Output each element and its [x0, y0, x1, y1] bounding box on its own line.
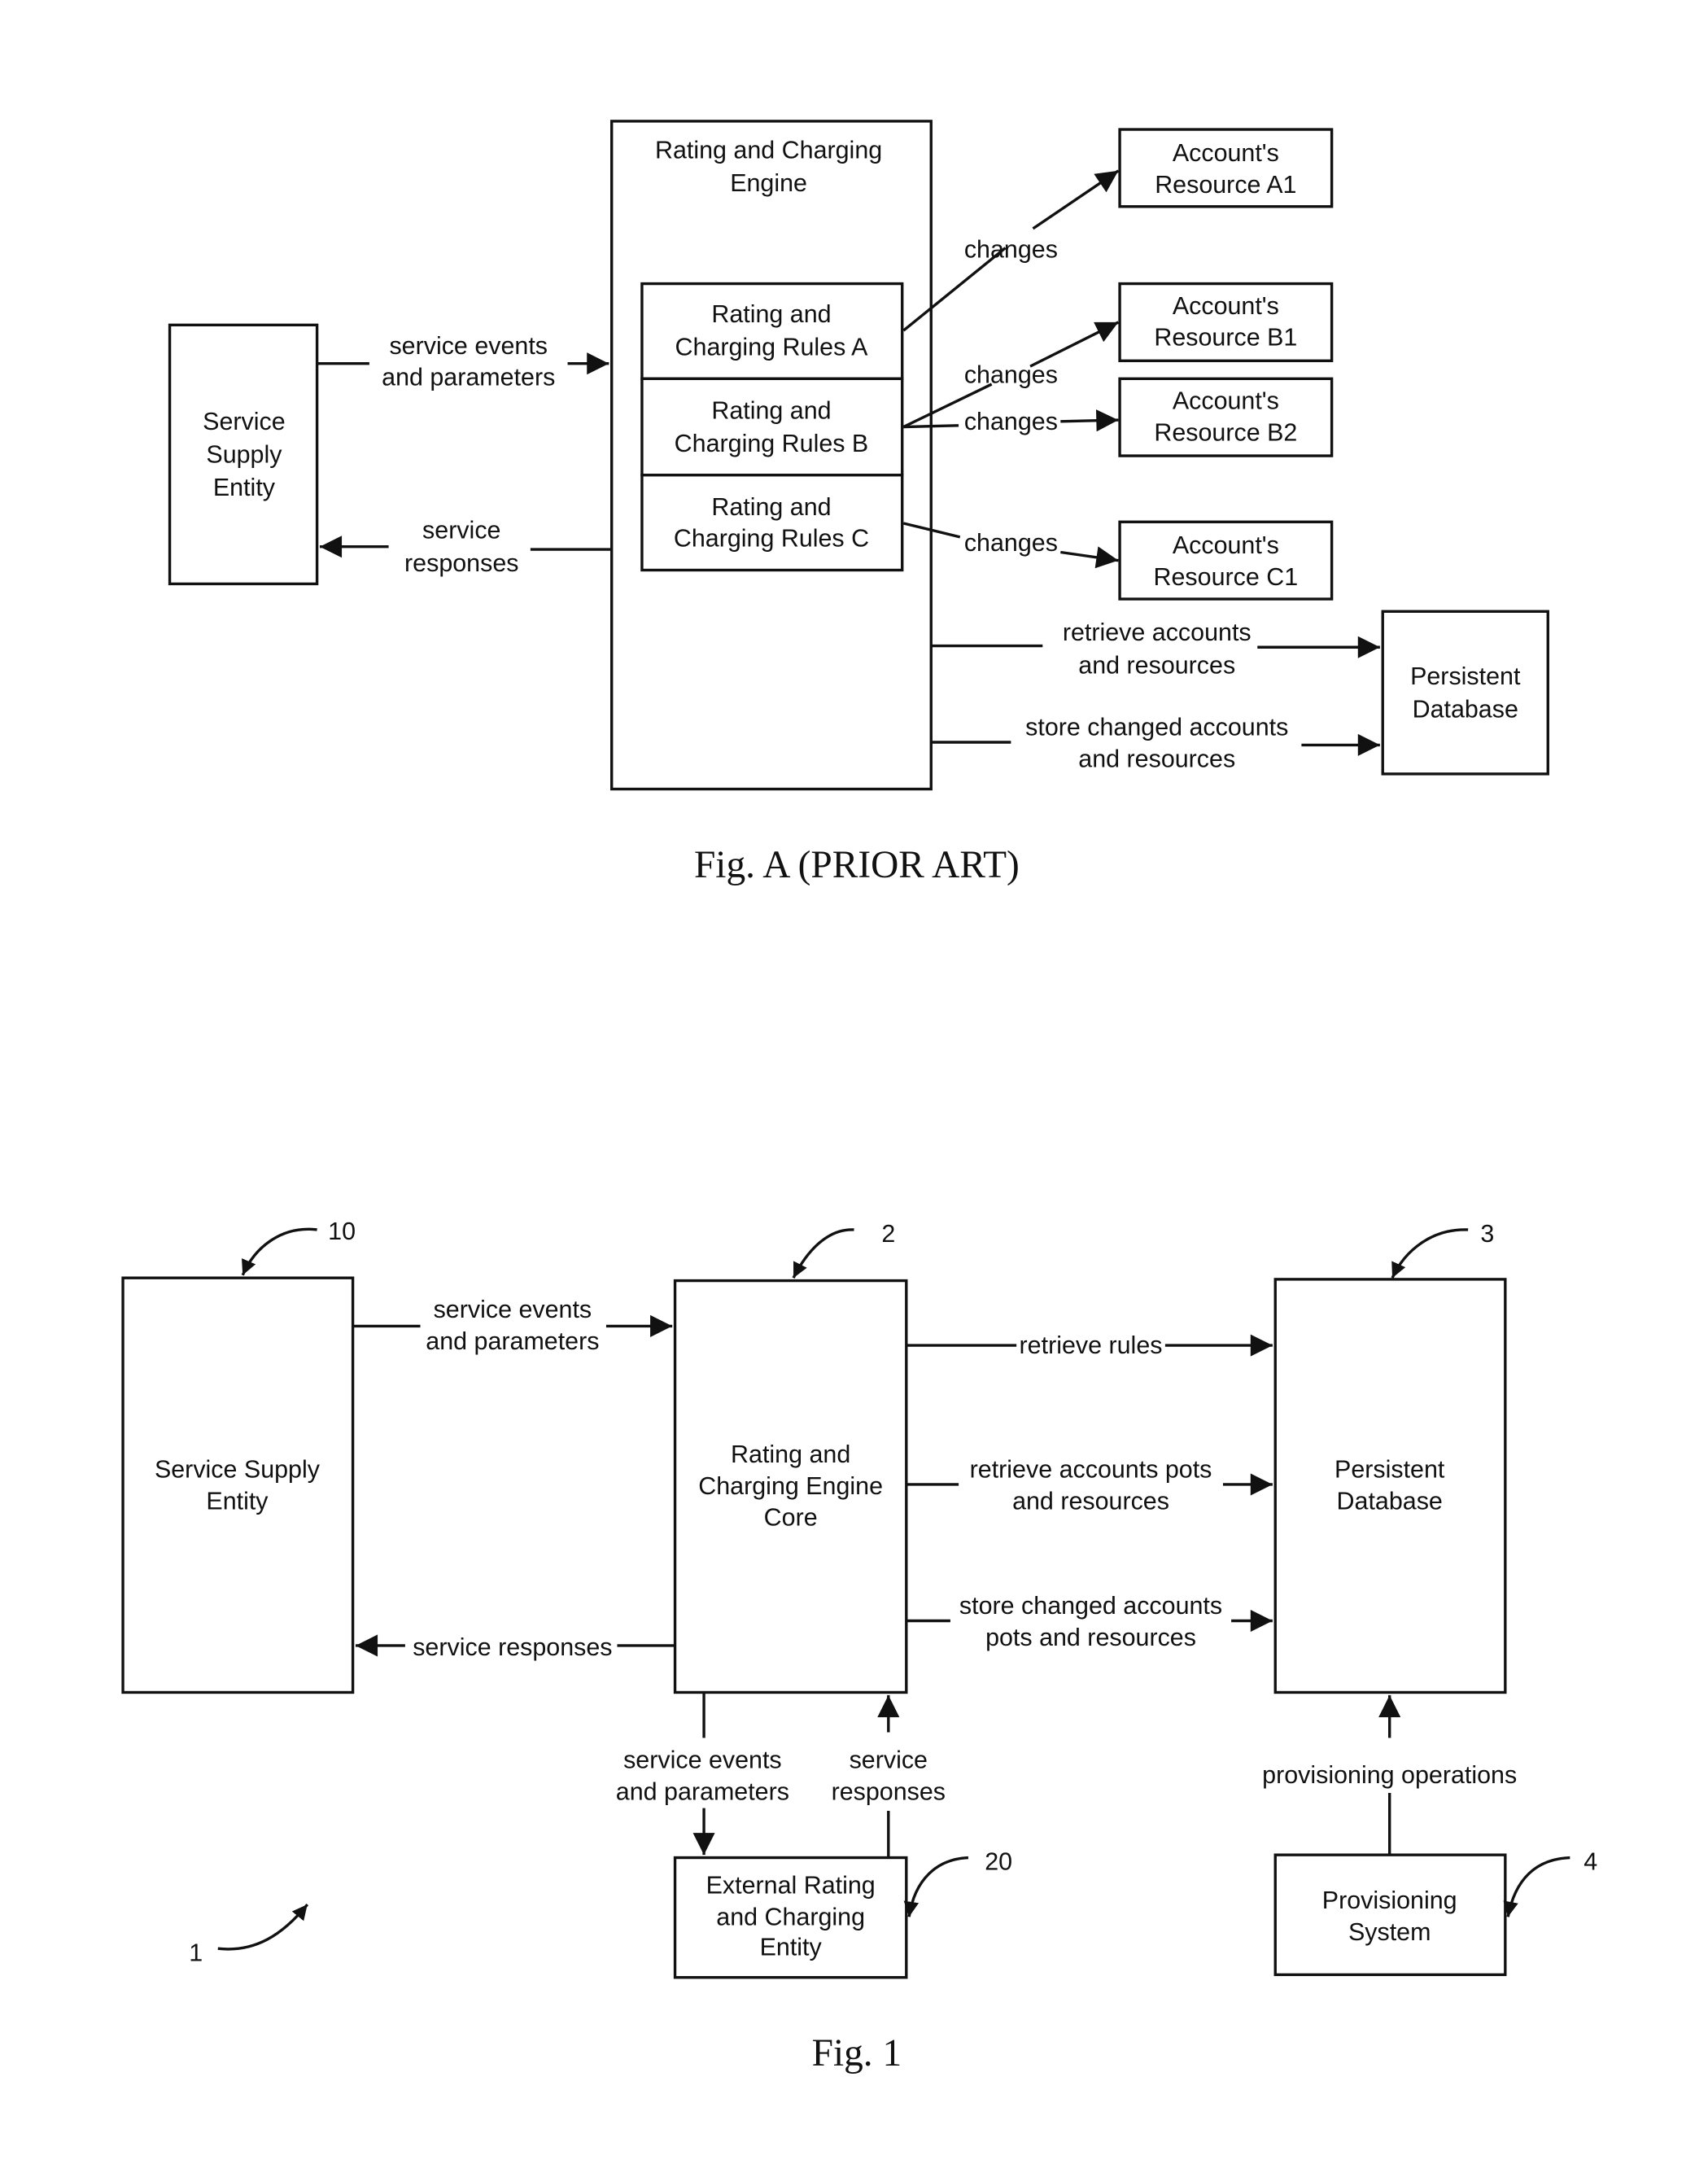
ref-10: 10	[328, 1218, 356, 1245]
ref-arrow-20	[903, 1856, 969, 1917]
rules-c-box	[640, 474, 904, 572]
db-label-2: Database	[1337, 1487, 1443, 1515]
external-label-3: Entity	[760, 1934, 823, 1961]
resource-c1-label-1: Account's	[1173, 531, 1279, 559]
external-label-2: and Charging	[716, 1903, 865, 1930]
engine-label-1: Rating and Charging	[655, 137, 882, 164]
patent-figures: Service Supply Entity Rating and Chargin…	[121, 120, 1597, 2075]
provisioning-system-box	[1273, 1853, 1507, 1977]
prov-label-1: Provisioning	[1322, 1887, 1457, 1914]
retrieve-pots-label-2: and resources	[1012, 1487, 1169, 1515]
store-label-2: and resources	[1078, 745, 1235, 772]
sse-label-3: Entity	[213, 474, 276, 501]
sse-label-2: Supply	[206, 441, 282, 469]
prov-ops-label: provisioning operations	[1262, 1761, 1517, 1789]
rules-a-label-1: Rating and	[711, 300, 831, 328]
events-label-1: service events	[389, 332, 548, 360]
ref-arrow-4	[1503, 1856, 1570, 1917]
ext-events-label-2: and parameters	[616, 1777, 789, 1805]
changes-b1-label: changes	[964, 361, 1058, 388]
store-pots-label-2: pots and resources	[985, 1624, 1196, 1651]
ext-events-label-1: service events	[623, 1747, 782, 1774]
events-label-2: and parameters	[382, 364, 555, 391]
rules-c-label-1: Rating and	[711, 493, 831, 521]
external-label-1: External Rating	[706, 1872, 876, 1900]
retrieve-label-2: and resources	[1078, 651, 1235, 679]
resource-b2-label-1: Account's	[1173, 387, 1279, 415]
ref-3: 3	[1480, 1220, 1494, 1248]
rules-c-label-2: Charging Rules C	[674, 525, 869, 553]
responses-label-2: responses	[404, 549, 518, 577]
events-label-1: service events	[434, 1296, 592, 1323]
resource-c1-label-2: Resource C1	[1154, 563, 1299, 591]
retrieve-rules-label: retrieve rules	[1020, 1331, 1163, 1359]
store-label-1: store changed accounts	[1025, 714, 1288, 741]
retrieve-pots-label-1: retrieve accounts pots	[970, 1456, 1212, 1484]
ref-1: 1	[189, 1939, 203, 1966]
responses-label-1: service	[422, 517, 500, 544]
fig-1: Service Supply Entity Rating and Chargin…	[121, 1218, 1597, 2075]
service-supply-entity-box	[121, 1276, 355, 1694]
changes-b2-label: changes	[964, 408, 1058, 435]
persistent-db-box	[1381, 610, 1549, 776]
prov-label-2: System	[1348, 1918, 1431, 1946]
ext-responses-label-1: service	[850, 1747, 928, 1774]
core-label-1: Rating and	[731, 1441, 850, 1468]
ref-2: 2	[881, 1220, 895, 1248]
rules-b-label-2: Charging Rules B	[675, 430, 869, 457]
ref-arrow-1	[217, 1903, 309, 1951]
rules-b-label-1: Rating and	[711, 396, 831, 424]
ref-20: 20	[985, 1848, 1012, 1876]
rules-b-box	[640, 377, 904, 477]
sse-label-1: Service Supply	[155, 1456, 321, 1484]
changes-c1-label: changes	[964, 529, 1058, 557]
responses-label: service responses	[413, 1633, 612, 1661]
sse-label-2: Entity	[206, 1487, 269, 1515]
persistent-db-box	[1273, 1278, 1507, 1694]
resource-a1-label-1: Account's	[1173, 139, 1279, 167]
changes-a1-label: changes	[964, 235, 1058, 263]
arrow-retrieve	[931, 646, 1380, 648]
fig-a-caption: Fig. A (PRIOR ART)	[694, 844, 1020, 886]
sse-label-1: Service	[203, 408, 286, 435]
ref-arrow-2	[792, 1228, 854, 1279]
db-label-1: Persistent	[1335, 1456, 1445, 1484]
db-label-1: Persistent	[1410, 662, 1521, 690]
fig-a: Service Supply Entity Rating and Chargin…	[168, 120, 1549, 886]
events-label-2: and parameters	[426, 1327, 599, 1355]
engine-label-2: Engine	[730, 169, 807, 197]
rules-a-box	[640, 282, 904, 380]
core-label-2: Charging Engine	[698, 1472, 883, 1500]
resource-a1-label-2: Resource A1	[1155, 171, 1296, 199]
db-label-2: Database	[1413, 696, 1518, 724]
rules-a-label-2: Charging Rules A	[675, 334, 869, 361]
resource-b2-label-2: Resource B2	[1154, 418, 1297, 446]
store-pots-label-1: store changed accounts	[959, 1592, 1222, 1620]
ref-arrow-10	[241, 1227, 317, 1276]
ref-arrow-3	[1391, 1228, 1469, 1279]
resource-b1-label-1: Account's	[1173, 292, 1279, 320]
core-label-3: Core	[764, 1504, 818, 1532]
retrieve-label-1: retrieve accounts	[1063, 619, 1252, 646]
fig-1-caption: Fig. 1	[812, 2032, 902, 2075]
resource-b1-label-2: Resource B1	[1154, 324, 1297, 352]
ref-4: 4	[1584, 1848, 1597, 1876]
ext-responses-label-2: responses	[832, 1777, 946, 1805]
